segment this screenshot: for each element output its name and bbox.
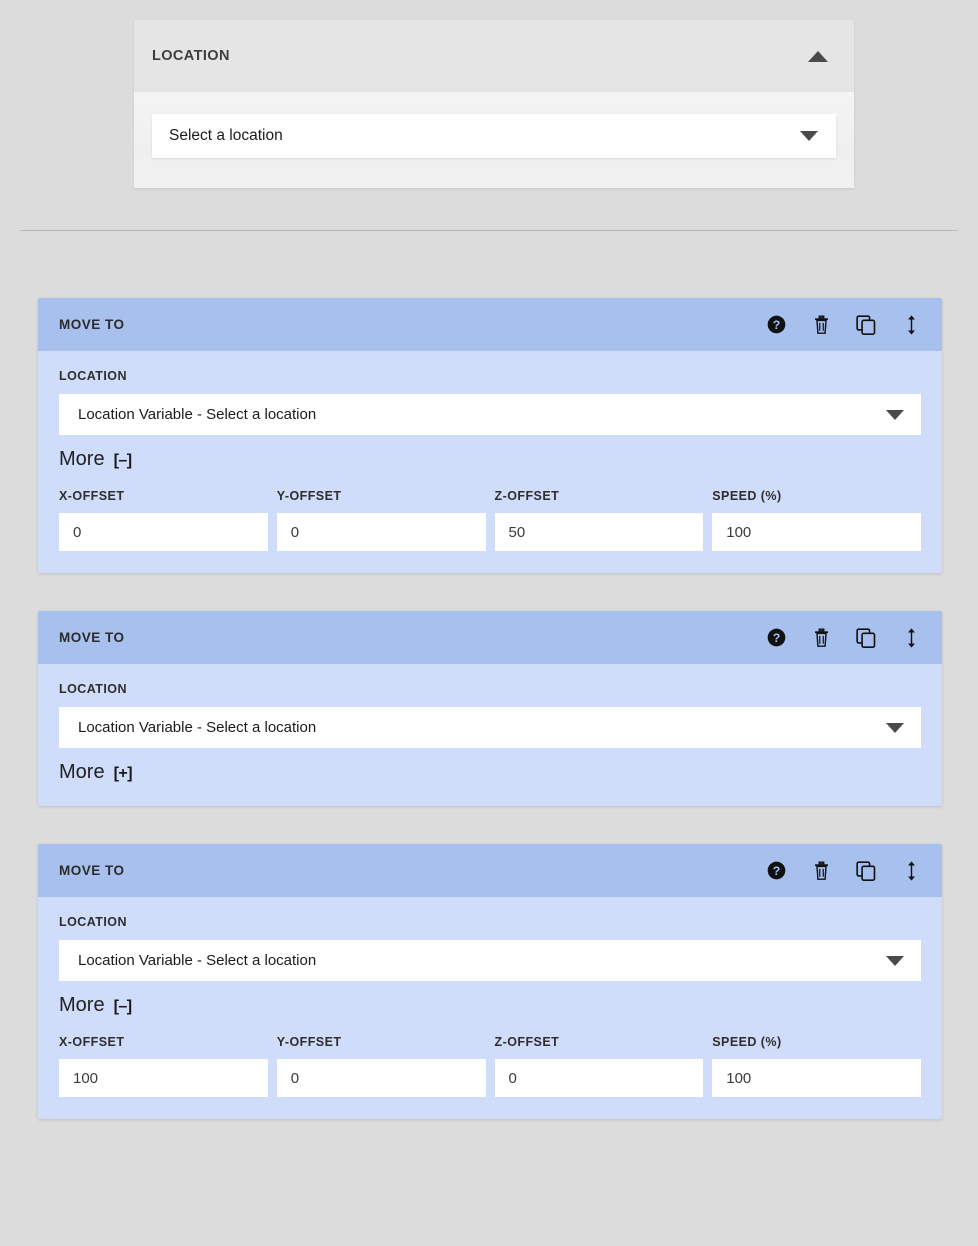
y-offset-field: Y-OFFSET 0: [277, 489, 486, 551]
more-toggle-icon[interactable]: [+]: [114, 765, 133, 783]
more-toggle-row[interactable]: More [–]: [59, 448, 132, 471]
card-title: MOVE TO: [59, 317, 125, 332]
delete-icon[interactable]: [811, 627, 831, 649]
help-icon[interactable]: ?: [766, 860, 786, 882]
more-label: More: [59, 994, 105, 1017]
x-offset-field: X-OFFSET 0: [59, 489, 268, 551]
location-variable-value: Location Variable - Select a location: [78, 406, 316, 423]
x-offset-input[interactable]: 100: [59, 1059, 268, 1097]
card-body: LOCATION Location Variable - Select a lo…: [38, 897, 942, 1119]
speed-field: SPEED (%) 100: [712, 489, 921, 551]
speed-input[interactable]: 100: [712, 513, 921, 551]
more-toggle-icon[interactable]: [–]: [114, 998, 132, 1016]
duplicate-icon[interactable]: [856, 314, 876, 336]
section-divider: [20, 230, 958, 231]
location-panel-body: Select a location: [134, 92, 854, 188]
offsets-row: X-OFFSET 0 Y-OFFSET 0 Z-OFFSET 50 SPEED …: [59, 489, 921, 551]
location-field-label: LOCATION: [59, 369, 921, 383]
y-offset-input[interactable]: 0: [277, 513, 486, 551]
move-to-card-list: MOVE TO ? LOCATION Location Variable - S: [38, 298, 942, 1157]
card-actions: ?: [766, 314, 930, 336]
card-actions: ?: [766, 627, 930, 649]
drag-handle-icon[interactable]: [901, 314, 921, 336]
card-title: MOVE TO: [59, 863, 125, 878]
move-to-card: MOVE TO ? LOCATION Location Variable - S: [38, 844, 942, 1119]
location-variable-select[interactable]: Location Variable - Select a location: [59, 394, 921, 435]
duplicate-icon[interactable]: [856, 860, 876, 882]
card-header: MOVE TO ?: [38, 298, 942, 351]
speed-label: SPEED (%): [712, 489, 921, 503]
caret-up-icon[interactable]: [808, 51, 828, 62]
location-select-value: Select a location: [169, 127, 283, 145]
drag-handle-icon[interactable]: [901, 860, 921, 882]
more-toggle-row[interactable]: More [–]: [59, 994, 132, 1017]
z-offset-input[interactable]: 50: [495, 513, 704, 551]
location-variable-select[interactable]: Location Variable - Select a location: [59, 940, 921, 981]
caret-down-icon: [886, 956, 904, 966]
help-icon[interactable]: ?: [766, 314, 786, 336]
svg-text:?: ?: [772, 864, 780, 878]
delete-icon[interactable]: [811, 860, 831, 882]
y-offset-label: Y-OFFSET: [277, 1035, 486, 1049]
card-header: MOVE TO ?: [38, 611, 942, 664]
help-icon[interactable]: ?: [766, 627, 786, 649]
svg-text:?: ?: [772, 318, 780, 332]
card-body: LOCATION Location Variable - Select a lo…: [38, 664, 942, 806]
location-variable-value: Location Variable - Select a location: [78, 719, 316, 736]
x-offset-input[interactable]: 0: [59, 513, 268, 551]
duplicate-icon[interactable]: [856, 627, 876, 649]
location-select[interactable]: Select a location: [152, 114, 836, 158]
z-offset-input[interactable]: 0: [495, 1059, 704, 1097]
z-offset-label: Z-OFFSET: [495, 489, 704, 503]
svg-text:?: ?: [772, 631, 780, 645]
move-to-card: MOVE TO ? LOCATION Location Variable - S: [38, 298, 942, 573]
z-offset-field: Z-OFFSET 0: [495, 1035, 704, 1097]
y-offset-field: Y-OFFSET 0: [277, 1035, 486, 1097]
more-label: More: [59, 448, 105, 471]
location-variable-select[interactable]: Location Variable - Select a location: [59, 707, 921, 748]
location-panel-title: LOCATION: [152, 48, 230, 64]
card-actions: ?: [766, 860, 930, 882]
more-label: More: [59, 761, 105, 784]
location-variable-value: Location Variable - Select a location: [78, 952, 316, 969]
speed-input[interactable]: 100: [712, 1059, 921, 1097]
move-to-card: MOVE TO ? LOCATION Location Variable - S: [38, 611, 942, 806]
location-field-label: LOCATION: [59, 915, 921, 929]
more-toggle-row[interactable]: More [+]: [59, 761, 132, 784]
z-offset-field: Z-OFFSET 50: [495, 489, 704, 551]
location-panel-header[interactable]: LOCATION: [134, 20, 854, 92]
x-offset-field: X-OFFSET 100: [59, 1035, 268, 1097]
location-panel: LOCATION Select a location: [134, 20, 854, 188]
y-offset-label: Y-OFFSET: [277, 489, 486, 503]
drag-handle-icon[interactable]: [901, 627, 921, 649]
z-offset-label: Z-OFFSET: [495, 1035, 704, 1049]
speed-field: SPEED (%) 100: [712, 1035, 921, 1097]
caret-down-icon: [886, 723, 904, 733]
card-title: MOVE TO: [59, 630, 125, 645]
x-offset-label: X-OFFSET: [59, 489, 268, 503]
more-toggle-icon[interactable]: [–]: [114, 452, 132, 470]
y-offset-input[interactable]: 0: [277, 1059, 486, 1097]
offsets-row: X-OFFSET 100 Y-OFFSET 0 Z-OFFSET 0 SPEED…: [59, 1035, 921, 1097]
caret-down-icon: [800, 131, 818, 141]
x-offset-label: X-OFFSET: [59, 1035, 268, 1049]
speed-label: SPEED (%): [712, 1035, 921, 1049]
card-body: LOCATION Location Variable - Select a lo…: [38, 351, 942, 573]
caret-down-icon: [886, 410, 904, 420]
delete-icon[interactable]: [811, 314, 831, 336]
card-header: MOVE TO ?: [38, 844, 942, 897]
location-field-label: LOCATION: [59, 682, 921, 696]
